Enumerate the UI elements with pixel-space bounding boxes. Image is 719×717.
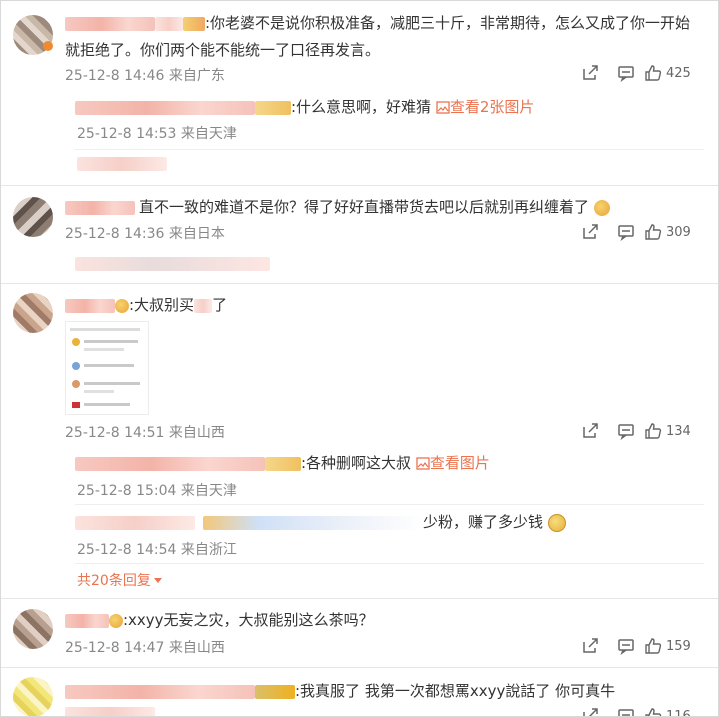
comment-button[interactable] xyxy=(608,422,644,440)
reply-meta: 25-12-8 14:54 来自浙江 xyxy=(77,542,237,558)
comment-meta: 25-12-8 14:51 来自山西 xyxy=(65,425,225,441)
comment-meta: 25-12-8 14:47 来自山西 xyxy=(65,640,225,656)
blurred-text xyxy=(65,707,155,716)
comment-actions: 159 xyxy=(572,637,696,655)
username-blurred[interactable] xyxy=(75,456,265,471)
comment-text-line2: 就拒绝了。你们两个能不能统一了口径再发言。 xyxy=(65,41,381,59)
like-button[interactable]: 159 xyxy=(644,637,696,655)
like-button[interactable]: 134 xyxy=(644,422,696,440)
share-button[interactable] xyxy=(572,64,608,82)
reply-meta: 25-12-8 15:04 来自天津 xyxy=(77,483,237,499)
comment-meta: 25-12-8 14:46 来自广东 xyxy=(65,68,225,84)
caret-down-icon xyxy=(153,578,162,583)
comment-button[interactable] xyxy=(608,707,644,716)
share-icon xyxy=(583,65,598,80)
divider xyxy=(1,185,718,186)
thumbs-up-icon xyxy=(645,708,662,716)
share-icon xyxy=(583,423,598,438)
share-button[interactable] xyxy=(572,637,608,655)
comment-text: :大叔别买了 xyxy=(65,293,227,317)
username-blurred[interactable] xyxy=(75,100,255,115)
share-icon xyxy=(583,638,598,653)
comment-button[interactable] xyxy=(608,64,644,82)
view-pictures-link[interactable]: 查看图片 xyxy=(416,454,490,472)
like-button[interactable]: 309 xyxy=(644,223,696,241)
divider xyxy=(1,598,718,599)
comment-button[interactable] xyxy=(608,223,644,241)
comment-text: 直不一致的难道不是你？得了好好直播带货去吧以后就别再纠缠着了 xyxy=(65,195,610,219)
avatar[interactable] xyxy=(13,677,53,716)
username-blurred[interactable] xyxy=(65,200,135,215)
badge-icon xyxy=(43,41,53,51)
avatar[interactable] xyxy=(13,293,53,333)
comment-meta: 25-12-8 14:36 来自日本 xyxy=(65,226,225,242)
username-blurred[interactable] xyxy=(65,613,109,628)
thumbs-up-icon xyxy=(645,65,662,81)
like-button[interactable]: 116 xyxy=(644,707,696,717)
comment-text: :xxyy无妄之灾，大叔能别这么茶吗？ xyxy=(65,608,374,632)
comment-icon xyxy=(618,225,634,241)
divider xyxy=(1,667,718,668)
reply-meta: 25-12-8 14:53 来自天津 xyxy=(77,126,237,142)
like-count: 425 xyxy=(666,65,691,81)
username-blurred[interactable] xyxy=(75,515,195,530)
comment-text: :我真服了 我第一次都想罵xxyy說話了 你可真牛 xyxy=(65,679,615,703)
comment-actions: 134 xyxy=(572,422,696,440)
comment-text: :你老婆不是说你积极准备，减肥三十斤，非常期待，怎么又成了你一开始 xyxy=(65,11,690,35)
share-button[interactable] xyxy=(572,223,608,241)
thumbs-up-icon xyxy=(645,638,662,654)
comment-icon xyxy=(618,709,634,716)
emoji-icon xyxy=(547,513,566,532)
like-count: 159 xyxy=(666,638,691,654)
comment-actions: 309 xyxy=(572,223,696,241)
share-icon xyxy=(583,224,598,239)
comment-actions: 425 xyxy=(572,64,696,82)
comment-list: :你老婆不是说你积极准备，减肥三十斤，非常期待，怎么又成了你一开始 就拒绝了。你… xyxy=(0,0,719,717)
share-icon xyxy=(583,708,598,716)
divider xyxy=(75,504,704,505)
reply-text: :什么意思啊，好难猜 查看2张图片 xyxy=(75,95,534,119)
comment-actions: 116 xyxy=(572,707,696,717)
share-button[interactable] xyxy=(572,707,608,716)
emoji-icon xyxy=(115,298,129,313)
share-button[interactable] xyxy=(572,422,608,440)
comment-icon xyxy=(618,424,634,440)
username-blurred[interactable] xyxy=(65,684,255,699)
divider xyxy=(75,563,704,564)
avatar[interactable] xyxy=(13,197,53,237)
image-thumbnail[interactable] xyxy=(65,321,149,415)
thumbs-up-icon xyxy=(645,423,662,439)
blurred-text xyxy=(77,157,167,171)
reply-text: 少粉，赚了多少钱 xyxy=(75,510,566,534)
comment-icon xyxy=(618,66,634,82)
image-icon xyxy=(436,101,450,114)
username-blurred[interactable] xyxy=(65,16,155,31)
like-count: 134 xyxy=(666,423,691,439)
divider xyxy=(1,283,718,284)
blurred-text xyxy=(75,257,270,271)
more-replies-link[interactable]: 共20条回复 xyxy=(77,570,162,590)
reply-text: :各种删啊这大叔 查看图片 xyxy=(75,451,490,475)
emoji-icon xyxy=(593,199,610,216)
like-count: 309 xyxy=(666,224,691,240)
like-count: 116 xyxy=(666,708,691,717)
divider xyxy=(75,149,704,150)
comment-button[interactable] xyxy=(608,637,644,655)
avatar[interactable] xyxy=(13,609,53,649)
username-blurred[interactable] xyxy=(65,298,115,313)
image-icon xyxy=(416,457,430,470)
thumbs-up-icon xyxy=(645,224,662,240)
comment-icon xyxy=(618,639,634,655)
like-button[interactable]: 425 xyxy=(644,64,696,82)
view-pictures-link[interactable]: 查看2张图片 xyxy=(436,98,534,116)
emoji-icon xyxy=(109,613,123,628)
